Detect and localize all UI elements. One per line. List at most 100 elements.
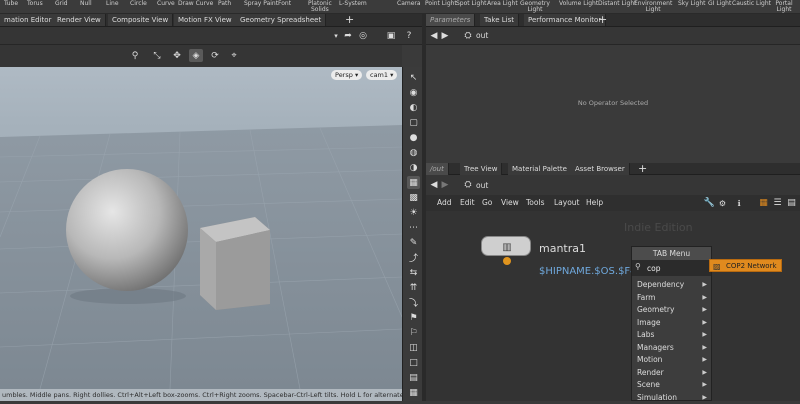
add-right-tab-button[interactable]: +	[598, 13, 607, 26]
shelf-tool-5[interactable]: Circle	[130, 1, 147, 7]
net-tab-1[interactable]: Tree View	[460, 163, 503, 175]
shelf-tool-6[interactable]: Curve	[157, 1, 175, 7]
shelf-light-7[interactable]: Environment Light	[634, 1, 672, 13]
tab-menu-search-input[interactable]: cop	[647, 264, 660, 273]
net-path-label[interactable]: out	[476, 181, 488, 190]
tab-menu-item-dependency[interactable]: Dependency ▶	[632, 278, 711, 291]
net-back-arrow-icon[interactable]: ◀	[429, 179, 439, 191]
network-options-icon[interactable]: ⚙	[717, 197, 728, 209]
shelf-light-1[interactable]: Point Light	[425, 1, 457, 7]
params-path-label[interactable]: out	[476, 31, 488, 40]
net-menu-view[interactable]: View	[501, 196, 519, 209]
scene-viewport[interactable]: Persp ▾ cam1 ▾	[0, 67, 402, 389]
grid-view-icon[interactable]: ▦	[758, 197, 769, 209]
shelf-light-0[interactable]: Camera	[397, 1, 421, 7]
net-tab-3[interactable]: Asset Browser	[571, 163, 630, 175]
pen-display-icon[interactable]: ✎	[407, 236, 420, 249]
shelf-tool-0[interactable]: Tube	[4, 1, 18, 7]
shelf-light-5[interactable]: Volume Light	[559, 1, 598, 7]
shelf-light-4[interactable]: Geometry Light	[520, 1, 550, 13]
expand-display-icon[interactable]: ⇈	[407, 281, 420, 294]
tab-menu-item-image[interactable]: Image ▶	[632, 316, 711, 329]
help-icon[interactable]: ?	[403, 30, 415, 42]
tab-menu-item-render[interactable]: Render ▶	[632, 366, 711, 379]
net-tab-2[interactable]: Material Palette	[508, 163, 572, 175]
net-forward-arrow-icon[interactable]: ▶	[440, 179, 450, 191]
shaded-mode-icon[interactable]: ◉	[407, 86, 420, 99]
right-tab-2[interactable]: Performance Monitor	[524, 14, 607, 26]
camera-display-icon[interactable]: ◍	[407, 146, 420, 159]
tab-menu-item-scene[interactable]: Scene ▶	[632, 378, 711, 391]
left-tab-1[interactable]: Render View	[53, 14, 106, 26]
shelf-tool-9[interactable]: Spray Paint	[244, 1, 278, 7]
tab-menu-item-motion[interactable]: Motion ▶	[632, 353, 711, 366]
right-tab-1[interactable]: Take List	[480, 14, 519, 26]
net-tab-0[interactable]: /out	[426, 163, 449, 175]
select-tool-icon[interactable]: ⚲	[128, 50, 142, 62]
shelf-tool-1[interactable]: Torus	[27, 1, 43, 7]
shelf-tool-7[interactable]: Draw Curve	[178, 1, 213, 7]
move-tool-icon[interactable]: ✥	[170, 50, 184, 62]
shelf-tool-3[interactable]: Null	[80, 1, 92, 7]
shelf-tool-12[interactable]: L-System	[339, 1, 367, 7]
box-display-icon[interactable]: □	[407, 356, 420, 369]
add-net-tab-button[interactable]: +	[638, 162, 647, 175]
list-display-icon[interactable]: ▤	[407, 371, 420, 384]
flag2-display-icon[interactable]: ⚐	[407, 326, 420, 339]
shelf-light-10[interactable]: Caustic Light	[732, 1, 771, 7]
frame-mode-icon[interactable]: ▢	[407, 116, 420, 129]
back-arrow-icon[interactable]: ◀	[429, 30, 439, 42]
geometry-display-icon[interactable]: ▩	[407, 191, 420, 204]
shelf-tool-2[interactable]: Grid	[55, 1, 68, 7]
split-display-icon[interactable]: ◫	[407, 341, 420, 354]
camera-menu[interactable]: cam1 ▾	[366, 70, 398, 80]
right-tab-0[interactable]: Parameters	[426, 14, 476, 26]
tree-view-icon[interactable]: ▤	[786, 197, 797, 209]
shelf-light-6[interactable]: Distant Light	[598, 1, 636, 7]
shelf-tool-8[interactable]: Path	[218, 1, 231, 7]
swap-display-icon[interactable]: ⇆	[407, 266, 420, 279]
shelf-light-9[interactable]: GI Light	[708, 1, 731, 7]
shelf-light-2[interactable]: Spot Light	[456, 1, 487, 7]
snap-tool-icon[interactable]: ⌖	[227, 50, 241, 62]
tab-menu-item-labs[interactable]: Labs ▶	[632, 328, 711, 341]
select-mode-icon[interactable]: ↖	[407, 71, 420, 84]
view-tool-icon[interactable]: ◈	[189, 49, 203, 62]
net-menu-tools[interactable]: Tools	[526, 196, 544, 209]
pane-menu-icon[interactable]: ▾	[331, 30, 341, 42]
tab-menu-item-managers[interactable]: Managers ▶	[632, 341, 711, 354]
wire-mode-icon[interactable]: ◐	[407, 101, 420, 114]
left-tab-4[interactable]: Geometry Spreadsheet	[236, 14, 327, 26]
list-view-icon[interactable]: ☰	[772, 197, 783, 209]
persp-menu[interactable]: Persp ▾	[331, 70, 363, 80]
tab-menu-item-geometry[interactable]: Geometry ▶	[632, 303, 711, 316]
net-menu-edit[interactable]: Edit	[460, 196, 475, 209]
down-display-icon[interactable]: ⤵	[407, 296, 420, 309]
tab-menu-item-farm[interactable]: Farm ▶	[632, 291, 711, 304]
info-icon[interactable]: ℹ	[734, 197, 744, 209]
flag-display-icon[interactable]: ⚑	[407, 311, 420, 324]
up-display-icon[interactable]: ⤴	[407, 251, 420, 264]
tab-menu-result-cop2-network[interactable]: ▨ COP2 Network	[709, 259, 782, 272]
sphere-display-icon[interactable]: ●	[407, 131, 420, 144]
tab-menu-search[interactable]: ⚲ cop	[632, 260, 711, 276]
shelf-tool-10[interactable]: Font	[278, 1, 291, 7]
tab-menu-item-simulation[interactable]: Simulation ▶	[632, 391, 711, 404]
orbit-tool-icon[interactable]: ⟳	[208, 50, 222, 62]
left-tab-2[interactable]: Composite View	[108, 14, 174, 26]
add-tab-button[interactable]: +	[345, 13, 354, 26]
shelf-light-11[interactable]: Portal Light	[768, 1, 800, 13]
pin-icon[interactable]: ➦	[342, 30, 354, 42]
wrench-icon[interactable]: 🔧	[704, 197, 715, 209]
shelf-tool-4[interactable]: Line	[106, 1, 119, 7]
left-tab-0[interactable]: mation Editor	[0, 14, 57, 26]
shelf-tool-11[interactable]: Platonic Solids	[308, 1, 332, 13]
shelf-light-8[interactable]: Sky Light	[678, 1, 706, 7]
light-display-icon[interactable]: ◑	[407, 161, 420, 174]
shelf-light-3[interactable]: Area Light	[487, 1, 518, 7]
grid-display-icon[interactable]: ▦	[407, 176, 420, 189]
display-options-icon[interactable]: ▣	[385, 30, 397, 42]
sun-display-icon[interactable]: ☀	[407, 206, 420, 219]
left-tab-3[interactable]: Motion FX View	[174, 14, 237, 26]
forward-arrow-icon[interactable]: ▶	[440, 30, 450, 42]
